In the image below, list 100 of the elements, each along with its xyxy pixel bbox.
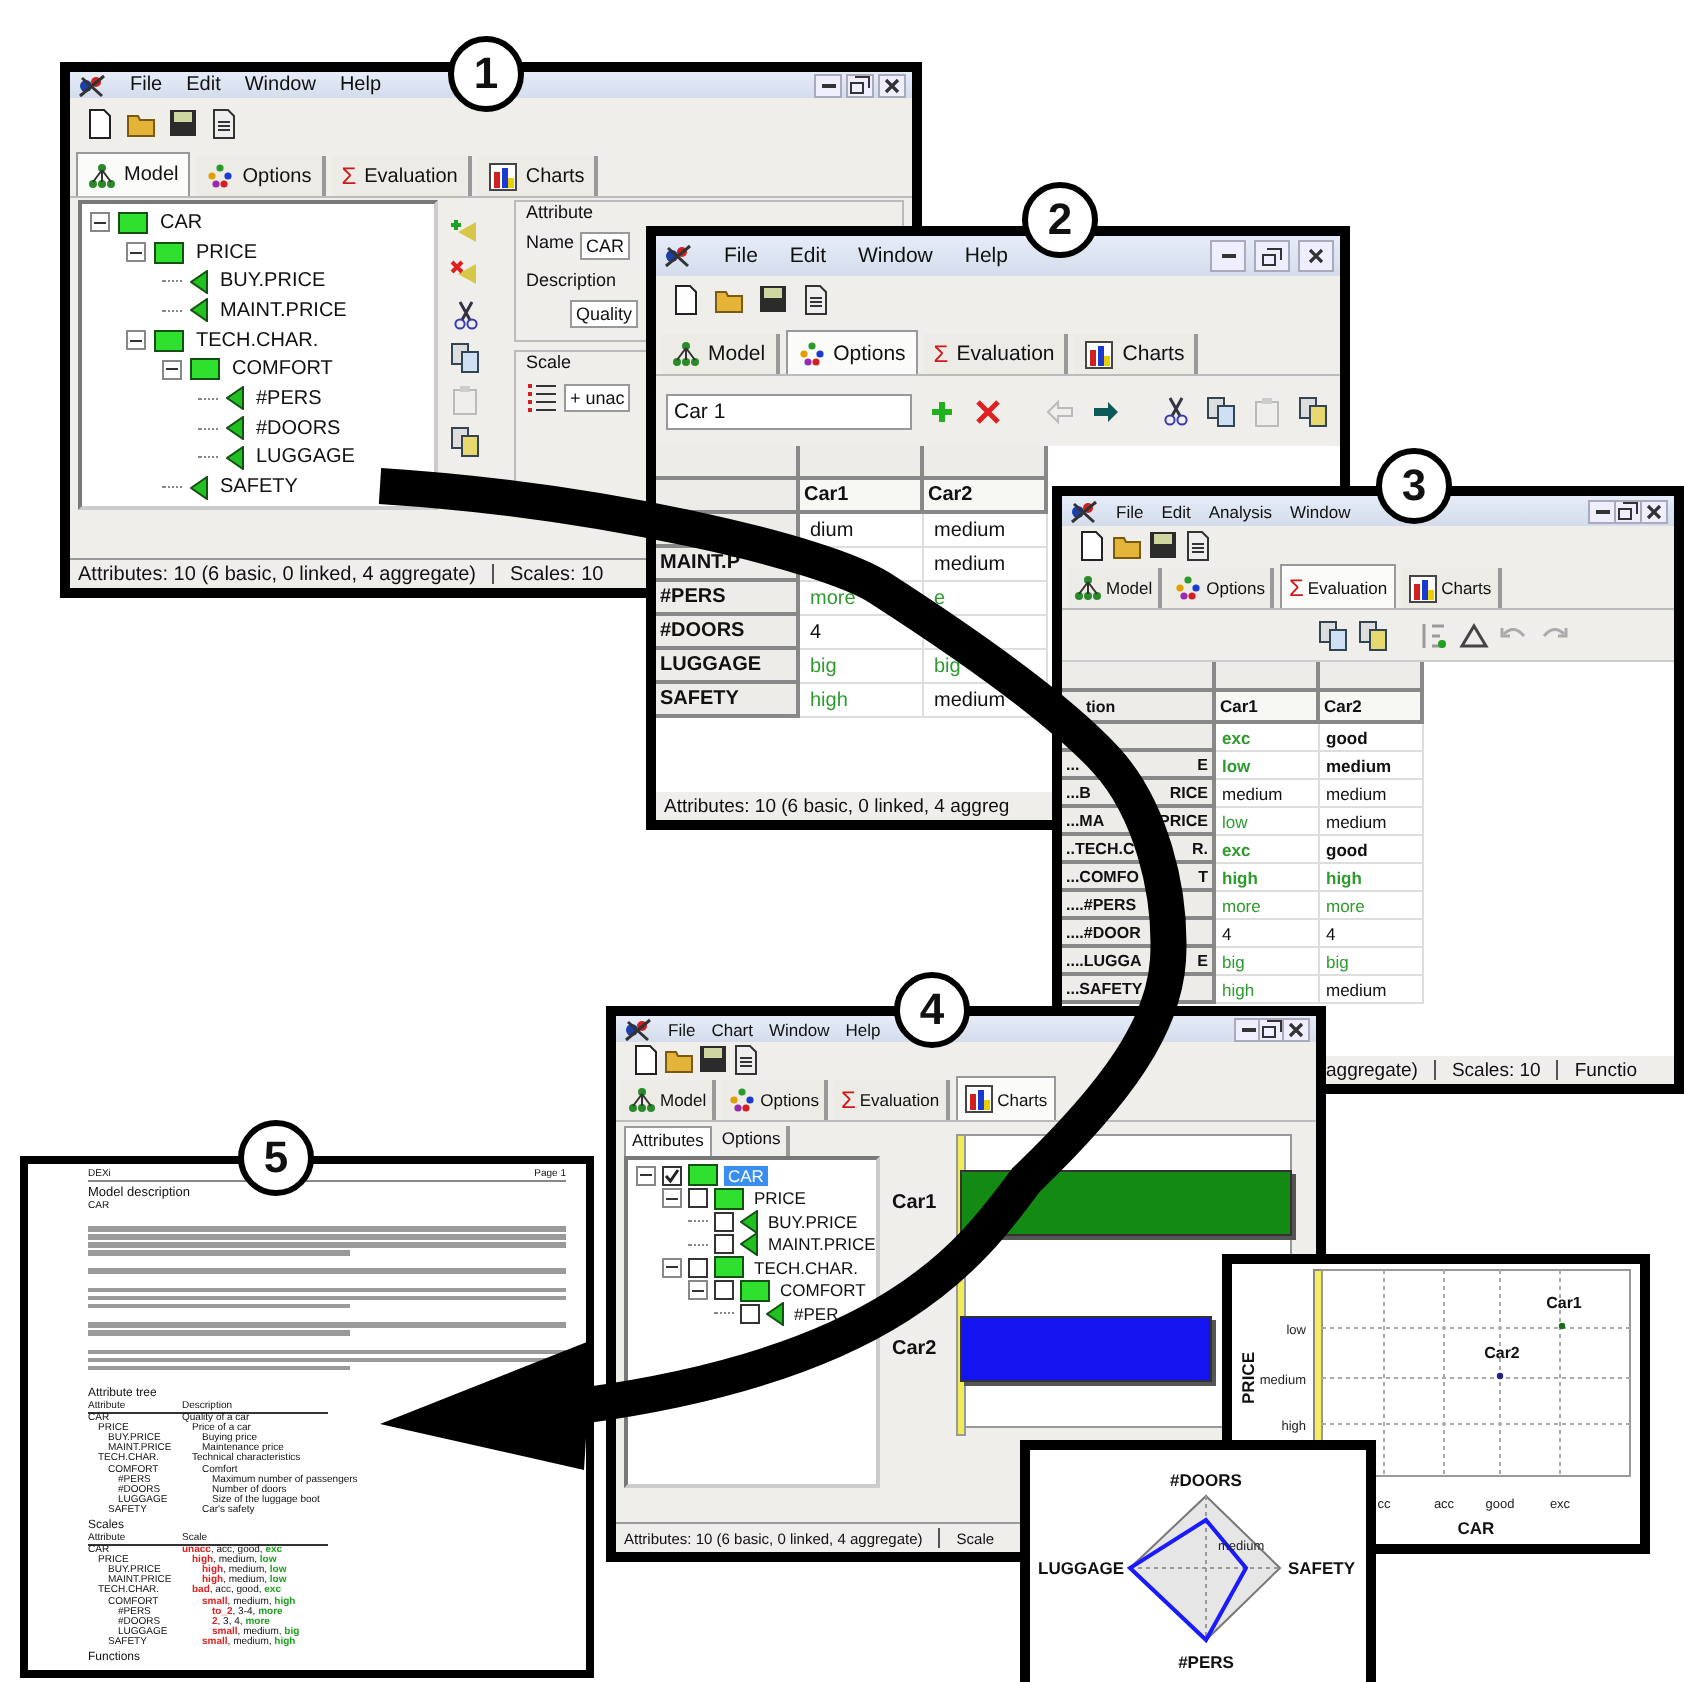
tree-item[interactable]: LUGGAGE [252, 446, 359, 469]
tab[interactable]: Charts [1401, 568, 1502, 608]
checkbox[interactable] [714, 1280, 734, 1301]
delete-node-icon[interactable] [450, 258, 482, 290]
copy-icon[interactable] [1318, 619, 1350, 651]
document-icon[interactable] [210, 108, 238, 140]
collapse-toggle[interactable] [636, 1165, 656, 1186]
new-file-icon[interactable] [1078, 530, 1106, 562]
copy-icon[interactable] [450, 342, 482, 374]
new-file-icon[interactable] [632, 1044, 660, 1076]
menu-item[interactable]: Help [845, 1019, 881, 1039]
collapse-toggle[interactable] [662, 1188, 682, 1209]
menu-item[interactable]: Window [769, 1019, 830, 1039]
tab[interactable]: Model [76, 152, 191, 196]
scale-field[interactable]: + unac [564, 384, 631, 412]
tab[interactable]: Options [722, 1080, 829, 1120]
tree-item[interactable]: BUY.PRICE [216, 270, 330, 293]
document-icon[interactable] [802, 284, 830, 316]
tab[interactable]: Charts [955, 1076, 1056, 1120]
tree-item[interactable]: PRICE [192, 241, 262, 264]
tree-item[interactable]: #PERS [252, 387, 326, 410]
collapse-toggle[interactable] [662, 1257, 682, 1278]
tab[interactable]: Model [622, 1080, 717, 1120]
tab[interactable]: Options [1168, 568, 1275, 608]
option-name-field[interactable]: Car 1 [666, 393, 913, 429]
checkbox[interactable] [688, 1257, 708, 1278]
minimize-button[interactable] [814, 73, 842, 97]
checkbox[interactable] [662, 1165, 682, 1186]
tree-item[interactable]: COMFORT [776, 1280, 870, 1301]
menu-item[interactable]: Window [244, 74, 316, 96]
checkbox[interactable] [714, 1211, 734, 1232]
menu-item[interactable]: Help [339, 74, 382, 96]
tab[interactable]: Charts [1074, 334, 1199, 374]
list-icon[interactable] [526, 382, 558, 414]
add-node-icon[interactable] [450, 216, 482, 248]
description-field[interactable]: Quality [570, 300, 639, 328]
menu-item[interactable]: Chart [711, 1019, 753, 1039]
tree-item[interactable]: TECH.CHAR. [192, 329, 323, 352]
document-icon[interactable] [1184, 530, 1212, 562]
tree-item[interactable]: COMFORT [228, 358, 337, 381]
tab[interactable]: Options [785, 330, 918, 374]
menu-item[interactable]: File [1116, 501, 1144, 521]
collapse-toggle[interactable] [90, 212, 110, 233]
menu-item[interactable]: File [130, 74, 163, 96]
scissors-icon[interactable] [450, 300, 482, 332]
tab[interactable]: Attributes [624, 1126, 712, 1156]
paste-icon[interactable] [1358, 619, 1390, 651]
tab[interactable]: Σ Evaluation [331, 156, 472, 196]
close-button[interactable] [1298, 240, 1334, 272]
copy-icon[interactable] [1206, 395, 1239, 427]
new-file-icon[interactable] [86, 108, 114, 140]
checkbox[interactable] [714, 1234, 734, 1255]
clipboard-icon[interactable] [1252, 395, 1285, 427]
menu-item[interactable]: Window [1290, 501, 1351, 521]
menu-item[interactable]: Edit [789, 244, 827, 268]
scissors-icon[interactable] [1160, 395, 1193, 427]
tree-item[interactable]: TECH.CHAR. [750, 1257, 862, 1278]
paste-icon[interactable] [450, 426, 482, 458]
tab[interactable]: Options [196, 156, 326, 196]
menu-item[interactable]: File [668, 1019, 696, 1039]
menu-item[interactable]: Window [858, 244, 933, 268]
triangle-icon[interactable] [1458, 619, 1490, 651]
paste-icon[interactable] [1298, 395, 1331, 427]
close-button[interactable] [1640, 499, 1668, 523]
delete-icon[interactable] [972, 395, 1005, 427]
tree-item[interactable]: SAFETY [216, 476, 302, 499]
menu-item[interactable]: Edit [186, 74, 221, 96]
collapse-toggle[interactable] [126, 330, 146, 351]
restore-button[interactable] [1614, 499, 1642, 523]
new-file-icon[interactable] [672, 284, 700, 316]
tree-item[interactable]: BUY.PRICE [764, 1211, 862, 1232]
tab[interactable]: Model [1068, 568, 1163, 608]
collapse-toggle[interactable] [688, 1280, 708, 1301]
clipboard-icon[interactable] [450, 384, 482, 416]
minimize-button[interactable] [1210, 240, 1246, 272]
tab[interactable]: Σ Evaluation [1280, 564, 1396, 608]
document-icon[interactable] [732, 1044, 760, 1076]
checkbox[interactable] [688, 1188, 708, 1209]
restore-button[interactable] [1254, 240, 1290, 272]
checkbox[interactable] [740, 1303, 760, 1324]
tree-item[interactable]: PRICE [750, 1188, 810, 1209]
name-field[interactable]: CAR [580, 232, 631, 260]
menu-item[interactable]: Help [964, 244, 1008, 268]
tree-item[interactable]: #PER [790, 1303, 843, 1324]
tab[interactable]: Charts [477, 156, 599, 196]
tab[interactable]: Model [662, 334, 780, 374]
close-button[interactable] [1282, 1017, 1310, 1041]
collapse-toggle[interactable] [162, 359, 182, 380]
collapse-toggle[interactable] [126, 242, 146, 263]
tree-item[interactable]: #DOORS [252, 417, 345, 440]
minimize-button[interactable] [1588, 499, 1616, 523]
restore-button[interactable] [846, 73, 874, 97]
tab[interactable]: Σ Evaluation [834, 1080, 950, 1120]
tree-item[interactable]: MAINT.PRICE [764, 1234, 880, 1255]
menu-item[interactable]: Analysis [1208, 501, 1273, 521]
tree-item[interactable]: MAINT.PRICE [216, 299, 351, 322]
menu-item[interactable]: File [724, 244, 758, 268]
close-button[interactable] [878, 73, 906, 97]
tab[interactable]: Σ Evaluation [923, 334, 1069, 374]
tree-item[interactable]: CAR [156, 211, 207, 234]
